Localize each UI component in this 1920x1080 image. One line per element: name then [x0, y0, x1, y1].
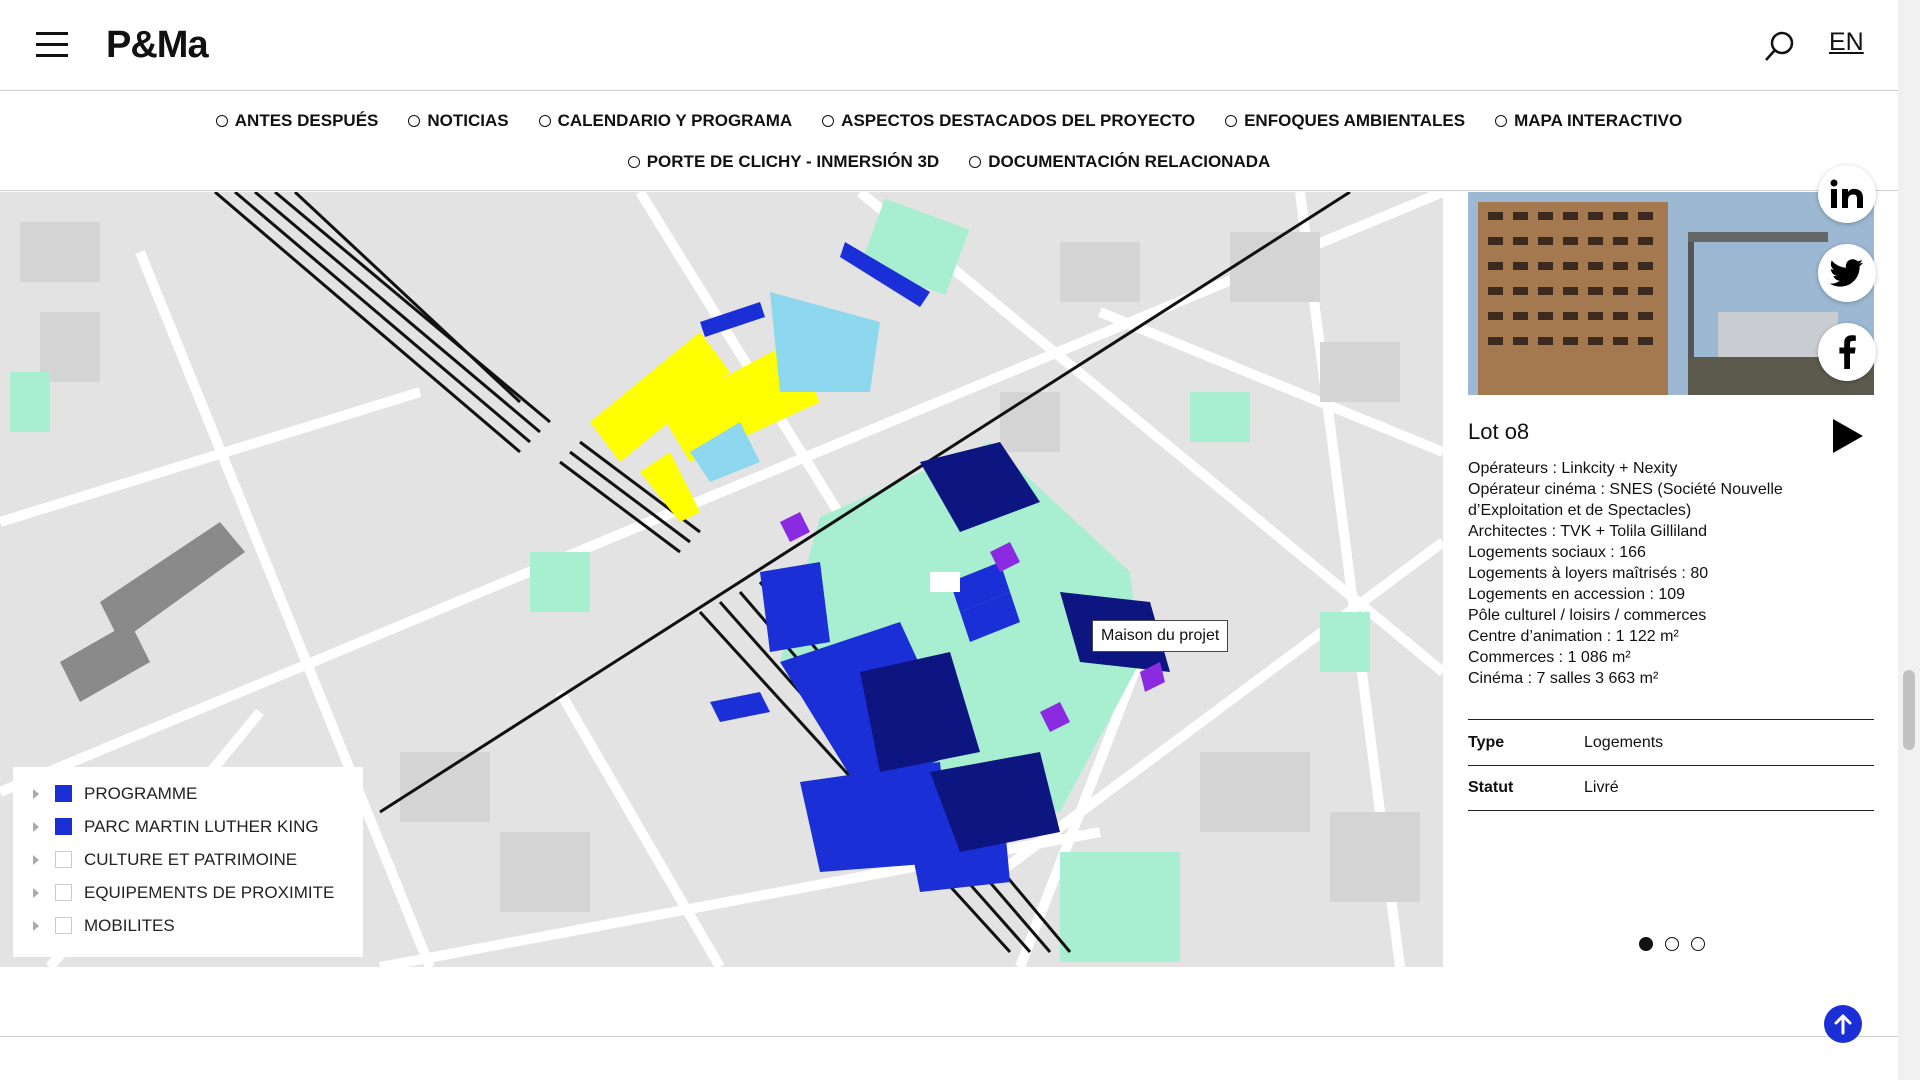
legend-item-mobilites[interactable]: MOBILITES	[33, 909, 363, 942]
legend-item-equipements[interactable]: EQUIPEMENTS DE PROXIMITE	[33, 876, 363, 909]
lot-photo	[1468, 192, 1874, 395]
caret-right-icon[interactable]	[33, 887, 39, 898]
meta-row-type: Type Logements	[1468, 719, 1874, 765]
section-nav: ANTES DESPUÉS NOTICIAS CALENDARIO Y PROG…	[0, 92, 1898, 191]
radio-circle-icon	[1225, 115, 1238, 127]
map-legend: PROGRAMME PARC MARTIN LUTHER KING CULTUR…	[13, 767, 363, 957]
caret-right-icon[interactable]	[33, 788, 39, 799]
facebook-icon[interactable]	[1818, 323, 1876, 381]
radio-circle-icon	[538, 115, 551, 127]
footer-divider	[0, 1036, 1898, 1037]
detail-line: Opérateurs : Linkcity + Nexity	[1468, 460, 1678, 477]
caret-right-icon[interactable]	[33, 920, 39, 931]
detail-line: Cinéma : 7 salles 3 663 m²	[1468, 670, 1659, 687]
nav-item-aspectos[interactable]: ASPECTOS DESTACADOS DEL PROYECTO	[822, 111, 1195, 131]
lot-title: Lot o8	[1468, 419, 1530, 444]
radio-circle-icon	[408, 115, 421, 127]
slide-dot[interactable]	[1665, 937, 1679, 951]
nav-item-calendario[interactable]: CALENDARIO Y PROGRAMA	[538, 111, 792, 131]
lot-meta-table: Type Logements Statut Livré	[1468, 719, 1874, 811]
site-logo[interactable]: P&Ma	[106, 24, 209, 67]
page-scrollbar[interactable]	[1898, 0, 1920, 1080]
meta-value: Logements	[1584, 733, 1664, 751]
plaza	[930, 572, 960, 592]
slide-pagination	[1639, 937, 1705, 951]
meta-value: Livré	[1584, 779, 1619, 796]
arrow-up-icon	[1834, 1014, 1852, 1035]
meta-key: Statut	[1468, 779, 1514, 796]
detail-line: Logements sociaux : 166	[1468, 544, 1646, 561]
detail-line: Logements en accession : 109	[1468, 586, 1686, 603]
nav-item-documentacion[interactable]: DOCUMENTACIÓN RELACIONADA	[969, 152, 1270, 172]
nav-item-inmersion-3d[interactable]: PORTE DE CLICHY - INMERSIÓN 3D	[627, 152, 939, 172]
search-icon[interactable]	[1762, 28, 1798, 64]
language-switch[interactable]: EN	[1829, 28, 1864, 57]
nav-item-antes-despues[interactable]: ANTES DESPUÉS	[215, 111, 378, 131]
caret-right-icon[interactable]	[33, 854, 39, 865]
hamburger-menu-icon[interactable]	[36, 32, 68, 58]
nav-item-mapa[interactable]: MAPA INTERACTIVO	[1495, 111, 1682, 131]
detail-line: Architectes : TVK + Tolila Gilliland	[1468, 523, 1708, 540]
legend-item-programme[interactable]: PROGRAMME	[13, 767, 363, 810]
radio-circle-icon	[969, 156, 982, 168]
checkbox[interactable]	[55, 884, 72, 901]
detail-line: Commerces : 1 086 m²	[1468, 649, 1631, 666]
detail-line: Logements à loyers maîtrisés : 80	[1468, 565, 1709, 582]
lot-details: Opérateurs : Linkcity + Nexity Opérateur…	[1468, 458, 1868, 689]
nav-item-enfoques[interactable]: ENFOQUES AMBIENTALES	[1225, 111, 1465, 131]
checkbox[interactable]	[55, 851, 72, 868]
legend-item-parc[interactable]: PARC MARTIN LUTHER KING	[13, 767, 363, 843]
map-tooltip: Maison du projet	[1092, 620, 1229, 652]
radio-circle-icon	[627, 156, 640, 168]
interactive-map[interactable]: Maison du projet PROGRAMME PARC MARTIN L…	[0, 192, 1443, 967]
checkbox[interactable]	[13, 767, 72, 835]
detail-line: Opérateur cinéma : SNES (Société Nouvell…	[1468, 481, 1783, 519]
play-icon[interactable]	[1833, 419, 1863, 453]
meta-row-statut: Statut Livré	[1468, 765, 1874, 811]
radio-circle-icon	[1495, 115, 1508, 127]
section-nav-row: ANTES DESPUÉS NOTICIAS CALENDARIO Y PROG…	[0, 111, 1898, 131]
detail-line: Centre d’animation : 1 122 m²	[1468, 628, 1679, 645]
twitter-icon[interactable]	[1818, 244, 1876, 302]
detail-line: Pôle culturel / loisirs / commerces	[1468, 607, 1707, 624]
checkbox[interactable]	[13, 767, 72, 802]
slide-dot[interactable]	[1691, 937, 1705, 951]
section-nav-row: PORTE DE CLICHY - INMERSIÓN 3D DOCUMENTA…	[0, 152, 1898, 172]
nav-item-noticias[interactable]: NOTICIAS	[408, 111, 509, 131]
lot-detail-panel: Lot o8 Opérateurs : Linkcity + Nexity Op…	[1468, 192, 1874, 967]
meta-key: Type	[1468, 733, 1505, 751]
caret-right-icon[interactable]	[33, 821, 39, 832]
scroll-to-top-button[interactable]	[1824, 1005, 1862, 1043]
radio-circle-icon	[215, 115, 228, 127]
scrollbar-thumb[interactable]	[1903, 670, 1915, 750]
linkedin-icon[interactable]	[1818, 165, 1876, 223]
site-header: P&Ma EN	[0, 0, 1898, 91]
legend-item-culture[interactable]: CULTURE ET PATRIMOINE	[33, 843, 363, 876]
radio-circle-icon	[822, 115, 835, 127]
slide-dot[interactable]	[1639, 937, 1653, 951]
checkbox[interactable]	[55, 917, 72, 934]
